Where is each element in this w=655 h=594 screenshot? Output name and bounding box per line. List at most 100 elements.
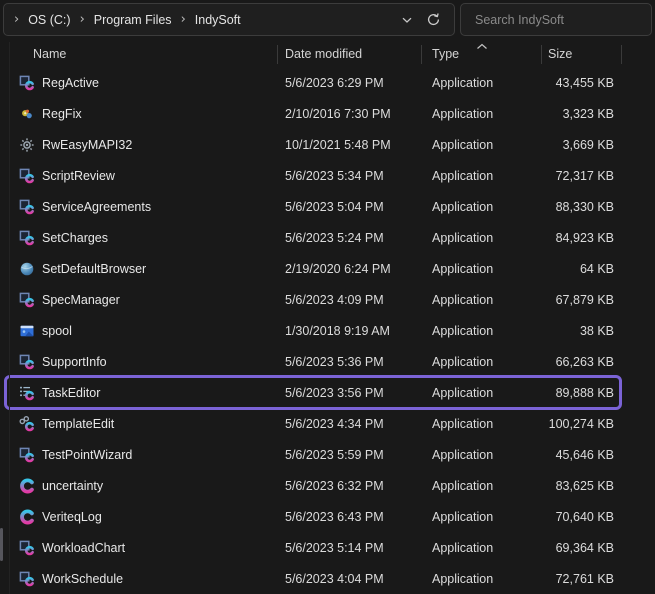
sort-ascending-icon[interactable] <box>476 43 488 50</box>
file-name: SetCharges <box>42 231 108 245</box>
file-size: 67,879 KB <box>542 293 622 307</box>
gear-color-icon <box>19 106 35 122</box>
file-row[interactable]: RegFix 2/10/2016 7:30 PM Application 3,3… <box>0 98 655 129</box>
file-type: Application <box>422 169 542 183</box>
column-header-name[interactable]: Name <box>0 45 278 64</box>
file-name: SetDefaultBrowser <box>42 262 146 276</box>
breadcrumb-item[interactable]: IndySoft <box>188 11 248 29</box>
column-header-size[interactable]: Size <box>542 45 622 64</box>
file-row[interactable]: WorkloadChart 5/6/2023 5:14 PM Applicati… <box>0 532 655 563</box>
file-row[interactable]: ServiceAgreements 5/6/2023 5:04 PM Appli… <box>0 191 655 222</box>
file-date-modified: 5/6/2023 4:09 PM <box>278 293 422 307</box>
file-type: Application <box>422 448 542 462</box>
file-type: Application <box>422 293 542 307</box>
file-name: RegFix <box>42 107 82 121</box>
file-date-modified: 5/6/2023 3:56 PM <box>278 386 422 400</box>
file-date-modified: 5/6/2023 5:34 PM <box>278 169 422 183</box>
file-size: 83,625 KB <box>542 479 622 493</box>
file-row[interactable]: RwEasyMAPI32 10/1/2021 5:48 PM Applicati… <box>0 129 655 160</box>
gear-gray-icon <box>19 137 35 153</box>
address-bar[interactable]: ›OS (C:)›Program Files›IndySoft <box>3 3 455 36</box>
file-row[interactable]: uncertainty 5/6/2023 6:32 PM Application… <box>0 470 655 501</box>
indysoft-app-icon <box>19 230 35 246</box>
file-type: Application <box>422 324 542 338</box>
file-list: RegActive 5/6/2023 6:29 PM Application 4… <box>0 67 655 594</box>
breadcrumb-chevron-icon[interactable]: › <box>179 13 188 26</box>
file-row[interactable]: TestPointWizard 5/6/2023 5:59 PM Applica… <box>0 439 655 470</box>
file-type: Application <box>422 200 542 214</box>
file-date-modified: 5/6/2023 5:14 PM <box>278 541 422 555</box>
address-dropdown-icon[interactable] <box>394 7 420 33</box>
file-explorer-window: ›OS (C:)›Program Files›IndySoft Name Dat… <box>0 0 655 594</box>
breadcrumb-item[interactable]: Program Files <box>87 11 179 29</box>
search-box <box>460 3 652 36</box>
file-date-modified: 5/6/2023 6:32 PM <box>278 479 422 493</box>
file-name: ServiceAgreements <box>42 200 151 214</box>
file-row[interactable]: VeriteqLog 5/6/2023 6:43 PM Application … <box>0 501 655 532</box>
file-name: ScriptReview <box>42 169 115 183</box>
file-date-modified: 2/19/2020 6:24 PM <box>278 262 422 276</box>
link-app-icon <box>19 416 35 432</box>
file-date-modified: 5/6/2023 5:04 PM <box>278 200 422 214</box>
swirl-app-icon <box>19 509 35 525</box>
file-type: Application <box>422 355 542 369</box>
file-size: 70,640 KB <box>542 510 622 524</box>
file-name: WorkloadChart <box>42 541 125 555</box>
breadcrumb-chevron-icon[interactable]: › <box>78 13 87 26</box>
file-size: 64 KB <box>542 262 622 276</box>
file-name: TaskEditor <box>42 386 100 400</box>
file-name: spool <box>42 324 72 338</box>
file-row[interactable]: TemplateEdit 5/6/2023 4:34 PM Applicatio… <box>0 408 655 439</box>
file-size: 100,274 KB <box>542 417 622 431</box>
breadcrumb-item[interactable]: OS (C:) <box>21 11 77 29</box>
file-name: TemplateEdit <box>42 417 114 431</box>
file-date-modified: 2/10/2016 7:30 PM <box>278 107 422 121</box>
file-type: Application <box>422 510 542 524</box>
file-date-modified: 5/6/2023 4:34 PM <box>278 417 422 431</box>
file-size: 72,317 KB <box>542 169 622 183</box>
file-name: SpecManager <box>42 293 120 307</box>
file-date-modified: 5/6/2023 6:43 PM <box>278 510 422 524</box>
file-date-modified: 5/6/2023 5:36 PM <box>278 355 422 369</box>
file-row[interactable]: TaskEditor 5/6/2023 3:56 PM Application … <box>0 377 655 408</box>
file-name: RwEasyMAPI32 <box>42 138 132 152</box>
breadcrumb-chevron-icon[interactable]: › <box>12 13 21 26</box>
file-size: 69,364 KB <box>542 541 622 555</box>
file-name: VeriteqLog <box>42 510 102 524</box>
indysoft-app-icon <box>19 571 35 587</box>
search-input[interactable] <box>473 12 639 28</box>
file-size: 88,330 KB <box>542 200 622 214</box>
file-row[interactable]: SpecManager 5/6/2023 4:09 PM Application… <box>0 284 655 315</box>
file-date-modified: 1/30/2018 9:19 AM <box>278 324 422 338</box>
file-size: 66,263 KB <box>542 355 622 369</box>
toolbar: ›OS (C:)›Program Files›IndySoft <box>0 0 655 40</box>
file-row[interactable]: SupportInfo 5/6/2023 5:36 PM Application… <box>0 346 655 377</box>
file-name: RegActive <box>42 76 99 90</box>
file-type: Application <box>422 572 542 586</box>
file-row[interactable]: WorkSchedule 5/6/2023 4:04 PM Applicatio… <box>0 563 655 594</box>
list-app-icon <box>19 385 35 401</box>
breadcrumb: ›OS (C:)›Program Files›IndySoft <box>12 11 394 29</box>
file-size: 45,646 KB <box>542 448 622 462</box>
file-type: Application <box>422 262 542 276</box>
file-row[interactable]: RegActive 5/6/2023 6:29 PM Application 4… <box>0 67 655 98</box>
indysoft-app-icon <box>19 168 35 184</box>
file-row[interactable]: SetCharges 5/6/2023 5:24 PM Application … <box>0 222 655 253</box>
left-pane-edge <box>9 42 10 594</box>
file-row[interactable]: SetDefaultBrowser 2/19/2020 6:24 PM Appl… <box>0 253 655 284</box>
file-type: Application <box>422 231 542 245</box>
window-icon <box>19 323 35 339</box>
indysoft-app-icon <box>19 199 35 215</box>
file-type: Application <box>422 386 542 400</box>
file-type: Application <box>422 479 542 493</box>
file-name: uncertainty <box>42 479 103 493</box>
file-type: Application <box>422 107 542 121</box>
refresh-icon[interactable] <box>420 7 446 33</box>
file-row[interactable]: ScriptReview 5/6/2023 5:34 PM Applicatio… <box>0 160 655 191</box>
file-type: Application <box>422 138 542 152</box>
scrollbar-thumb[interactable] <box>0 528 3 561</box>
file-row[interactable]: spool 1/30/2018 9:19 AM Application 38 K… <box>0 315 655 346</box>
column-header-date-modified[interactable]: Date modified <box>278 45 422 64</box>
indysoft-app-icon <box>19 292 35 308</box>
file-size: 89,888 KB <box>542 386 622 400</box>
